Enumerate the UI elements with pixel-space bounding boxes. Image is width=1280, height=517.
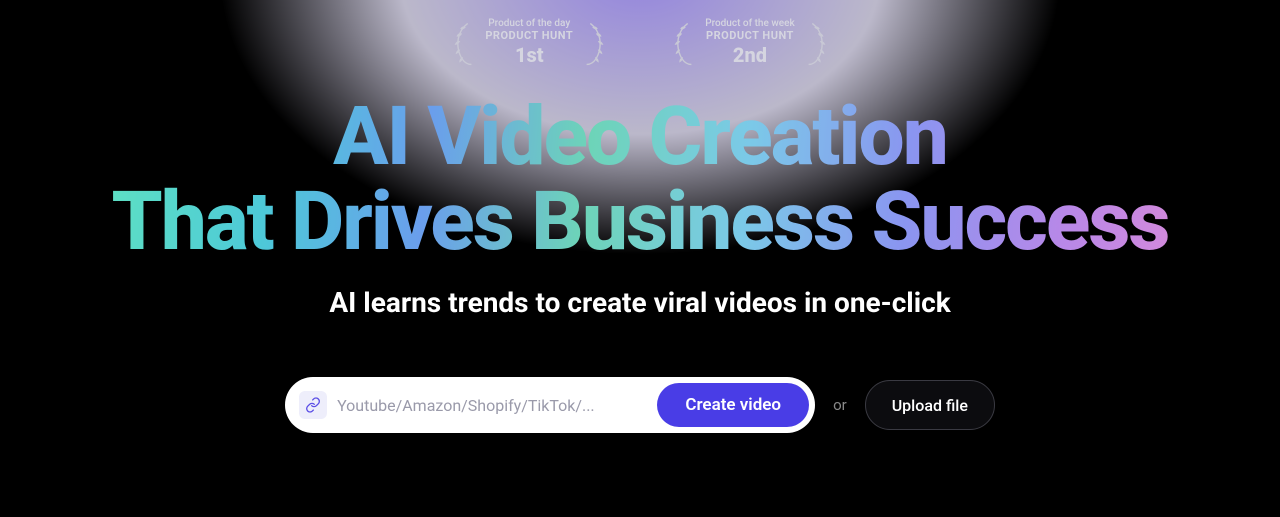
hero-title-line1: AI Video Creation	[333, 89, 947, 185]
or-separator: or	[833, 396, 847, 414]
badge-product-of-day: Product of the day PRODUCT HUNT 1st	[449, 18, 609, 67]
create-video-button[interactable]: Create video	[657, 383, 809, 427]
badge-rank: 1st	[485, 44, 573, 67]
award-badges-container: Product of the day PRODUCT HUNT 1st Prod…	[449, 18, 830, 67]
link-icon-wrapper	[299, 391, 327, 419]
badge-product-of-week: Product of the week PRODUCT HUNT 2nd	[669, 18, 830, 67]
badge-title: PRODUCT HUNT	[485, 30, 573, 43]
hero-title: AI Video Creation That Drives Business S…	[112, 95, 1169, 264]
link-icon	[305, 397, 321, 413]
laurel-right-icon	[803, 19, 831, 67]
badge-rank: 2nd	[705, 44, 794, 67]
laurel-left-icon	[669, 19, 697, 67]
laurel-left-icon	[449, 19, 477, 67]
upload-file-button[interactable]: Upload file	[865, 380, 995, 430]
input-row: Create video or Upload file	[285, 377, 995, 433]
badge-title: PRODUCT HUNT	[705, 30, 794, 43]
hero-subtitle: AI learns trends to create viral videos …	[329, 286, 950, 319]
url-input[interactable]	[327, 396, 657, 415]
badge-subtitle: Product of the week	[705, 18, 794, 30]
url-input-container: Create video	[285, 377, 815, 433]
laurel-right-icon	[581, 19, 609, 67]
badge-subtitle: Product of the day	[485, 18, 573, 30]
hero-title-line2: That Drives Business Success	[112, 174, 1169, 270]
